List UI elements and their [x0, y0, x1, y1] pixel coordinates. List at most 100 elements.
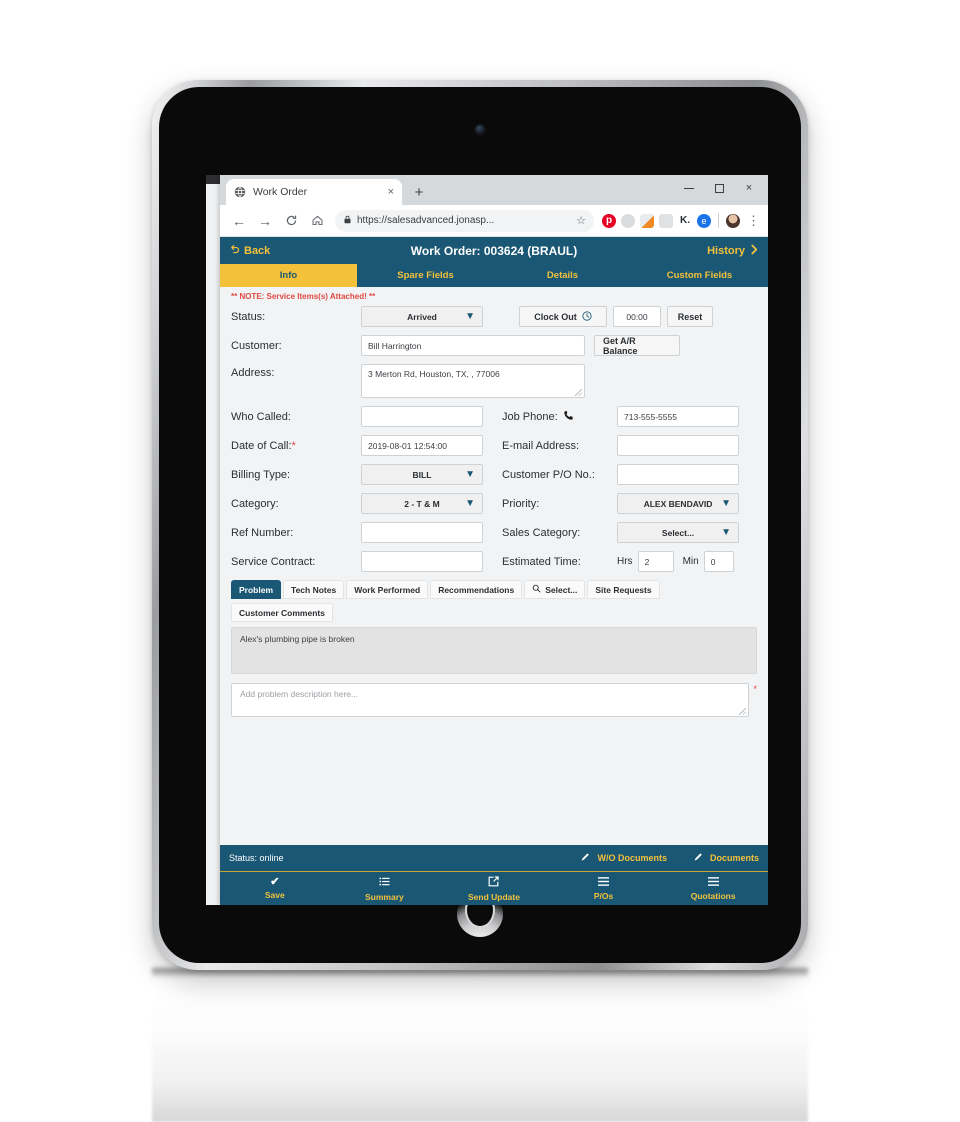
description-wrap: Add problem description here... * [231, 683, 757, 717]
chevron-down-icon: ▼ [721, 527, 731, 538]
address-textarea[interactable]: 3 Merton Rd, Houston, TX, , 77006 [361, 364, 585, 398]
wo-documents-button[interactable]: W/O Documents [580, 852, 667, 865]
notes-subtabs: Problem Tech Notes Work Performed Recomm… [231, 580, 757, 622]
required-marker: * [753, 684, 757, 694]
circle-icon[interactable] [621, 213, 635, 228]
save-label: Save [264, 890, 285, 900]
minimize-button[interactable] [674, 177, 704, 199]
device-reflection [152, 972, 808, 1122]
tablet-screen: Work Order × + × ← → https://salesadvanc… [206, 175, 768, 905]
tab-spare-fields[interactable]: Spare Fields [357, 264, 494, 287]
work-order-app: Back Work Order: 003624 (BRAUL) History [220, 237, 768, 905]
tab-custom-fields[interactable]: Custom Fields [631, 264, 768, 287]
documents-button[interactable]: Documents [693, 852, 759, 865]
who-called-row: Who Called: Job Phone: 713-555-5555 [231, 406, 757, 427]
gray-icon[interactable] [659, 213, 673, 228]
back-icon[interactable]: ← [226, 208, 252, 234]
comment-display: Alex's plumbing pipe is broken [231, 627, 757, 674]
status-row: Status: Arrived ▼ Clock Out 00:00 Reset [231, 306, 757, 327]
min-input[interactable]: 0 [703, 551, 734, 572]
resize-handle[interactable] [575, 389, 582, 396]
summary-button[interactable]: Summary [330, 872, 440, 905]
problem-description-textarea[interactable]: Add problem description here... [231, 683, 750, 717]
avatar[interactable] [726, 213, 740, 228]
forward-icon[interactable]: → [252, 208, 278, 234]
priority-value: ALEX BENDAVID [643, 498, 713, 509]
maximize-button[interactable] [704, 177, 734, 199]
home-icon[interactable] [304, 208, 330, 234]
document-icon[interactable] [640, 213, 654, 228]
hrs-input[interactable]: 2 [637, 551, 674, 572]
close-icon[interactable]: × [388, 186, 394, 198]
job-phone-label: Job Phone: [502, 410, 558, 423]
send-update-button[interactable]: Send Update [439, 872, 549, 905]
resize-handle[interactable] [739, 708, 747, 715]
history-button[interactable]: History [707, 244, 759, 258]
new-tab-button[interactable]: + [406, 184, 432, 201]
url-text: https://salesadvanced.jonasp... [357, 215, 495, 226]
customer-input[interactable]: Bill Harrington [361, 335, 585, 356]
browser-tab[interactable]: Work Order × [226, 179, 402, 205]
documents-label: Documents [709, 853, 759, 863]
purchase-orders-button[interactable]: P/Os [549, 872, 659, 905]
browser-menu-icon[interactable]: ⋮ [745, 213, 762, 229]
date-of-call-input[interactable]: 2019-08-01 12:54:00 [361, 435, 483, 456]
subtab-customer-comments[interactable]: Customer Comments [231, 603, 333, 622]
address-bar[interactable]: https://salesadvanced.jonasp... ☆ [335, 209, 594, 232]
subtab-work-performed[interactable]: Work Performed [346, 580, 429, 599]
save-button[interactable]: ✔ Save [220, 872, 330, 905]
sales-category-select[interactable]: Select... ▼ [617, 522, 739, 543]
who-called-label: Who Called: [231, 410, 291, 423]
close-window-button[interactable]: × [734, 177, 764, 199]
who-called-input[interactable] [361, 406, 483, 427]
customer-po-input[interactable] [617, 464, 739, 485]
tab-info[interactable]: Info [220, 264, 357, 287]
app-tabs: Info Spare Fields Details Custom Fields [220, 264, 768, 287]
reload-icon[interactable] [278, 208, 304, 234]
status-select[interactable]: Arrived ▼ [361, 306, 483, 327]
ref-number-label: Ref Number: [231, 526, 294, 539]
back-button[interactable]: Back [229, 244, 270, 258]
customer-row: Customer: Bill Harrington Get A/R Balanc… [231, 335, 757, 356]
bookmark-star-icon[interactable]: ☆ [576, 214, 586, 227]
date-of-call-label: Date of Call:* [231, 440, 361, 452]
job-phone-input[interactable]: 713-555-5555 [617, 406, 739, 427]
subtab-select[interactable]: Select... [524, 580, 586, 599]
get-ar-balance-button[interactable]: Get A/R Balance [594, 335, 680, 356]
subtab-site-requests[interactable]: Site Requests [587, 580, 660, 599]
required-marker: * [291, 439, 296, 452]
wo-documents-label: W/O Documents [597, 853, 667, 863]
service-contract-row: Service Contract: Estimated Time: Hrs 2 … [231, 551, 757, 572]
bottom-toolbar: ✔ Save Summary Send Update P/Os Quotatio… [220, 872, 768, 905]
category-label: Category: [231, 497, 279, 510]
tab-details[interactable]: Details [494, 264, 631, 287]
email-input[interactable] [617, 435, 739, 456]
status-value: Arrived [407, 311, 437, 322]
service-contract-input[interactable] [361, 551, 483, 572]
clock-out-button[interactable]: Clock Out [519, 306, 607, 327]
category-select[interactable]: 2 - T & M ▼ [361, 493, 483, 514]
job-phone-label-wrap: Job Phone: [502, 410, 617, 424]
page-title: Work Order: 003624 (BRAUL) [410, 243, 578, 258]
clock-time-field[interactable]: 00:00 [613, 306, 661, 327]
email-label: E-mail Address: [502, 439, 580, 452]
subtab-recommendations[interactable]: Recommendations [430, 580, 523, 599]
list-icon [379, 876, 390, 890]
reset-button[interactable]: Reset [667, 306, 713, 327]
k-icon[interactable]: K. [678, 214, 692, 228]
priority-select[interactable]: ALEX BENDAVID ▼ [617, 493, 739, 514]
billing-type-row: Billing Type: BILL ▼ Customer P/O No.: [231, 464, 757, 485]
subtab-problem[interactable]: Problem [231, 580, 282, 599]
blue-circle-icon[interactable]: e [697, 213, 711, 228]
pinterest-icon[interactable]: p [602, 213, 616, 228]
clock-icon [582, 310, 592, 323]
quotations-button[interactable]: Quotations [658, 872, 768, 905]
browser-tabstrip: Work Order × + × [220, 175, 768, 205]
reflection-home-button [463, 982, 497, 1022]
ref-number-input[interactable] [361, 522, 483, 543]
subtab-tech-notes[interactable]: Tech Notes [283, 580, 345, 599]
description-placeholder: Add problem description here... [240, 689, 359, 699]
billing-type-select[interactable]: BILL ▼ [361, 464, 483, 485]
browser-window: Work Order × + × ← → https://salesadvanc… [220, 175, 768, 905]
hrs-label: Hrs [617, 556, 633, 567]
